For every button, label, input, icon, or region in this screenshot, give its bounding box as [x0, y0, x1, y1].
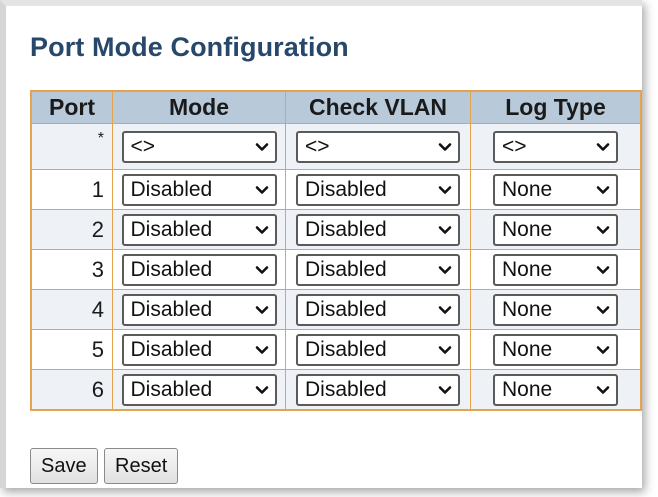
port-cell: 2: [30, 209, 113, 250]
log-type-select-value: None: [502, 177, 553, 201]
chevron-down-icon: [596, 345, 610, 354]
log-type-select[interactable]: <>: [493, 130, 618, 163]
chevron-down-icon: [255, 185, 268, 194]
mode-select-value: Disabled: [130, 337, 213, 361]
check-vlan-select-value: <>: [305, 134, 330, 158]
reset-button[interactable]: Reset: [104, 448, 179, 484]
mode-select[interactable]: Disabled: [121, 333, 277, 366]
chevron-down-icon: [596, 185, 610, 194]
log-type-select[interactable]: None: [493, 333, 618, 366]
mode-select[interactable]: Disabled: [121, 373, 277, 406]
chevron-down-icon: [438, 345, 452, 354]
chevron-down-icon: [255, 385, 268, 394]
log-type-select-value: None: [502, 257, 553, 281]
mode-select-value: Disabled: [130, 177, 213, 201]
button-bar: Save Reset: [30, 448, 180, 484]
log-type-select-value: None: [502, 297, 553, 321]
config-panel: Port Mode Configuration Port Mode Check …: [0, 0, 642, 488]
check-vlan-select[interactable]: <>: [296, 130, 460, 163]
chevron-down-icon: [438, 225, 452, 234]
chevron-down-icon: [255, 225, 268, 234]
check-vlan-select-value: Disabled: [305, 377, 387, 401]
mode-select-value: Disabled: [130, 257, 213, 281]
port-cell: 5: [30, 329, 113, 370]
check-vlan-select[interactable]: Disabled: [296, 213, 460, 246]
header-mode: Mode: [112, 90, 286, 124]
chevron-down-icon: [596, 385, 610, 394]
check-vlan-select-value: Disabled: [305, 217, 387, 241]
port-cell: 1: [30, 169, 113, 210]
chevron-down-icon: [255, 305, 268, 314]
chevron-down-icon: [438, 385, 452, 394]
chevron-down-icon: [596, 142, 610, 151]
log-type-select[interactable]: None: [493, 373, 618, 406]
check-vlan-select[interactable]: Disabled: [296, 333, 460, 366]
table-header-row: Port Mode Check VLAN Log Type: [30, 90, 642, 124]
check-vlan-select[interactable]: Disabled: [296, 373, 460, 406]
mode-select-value: Disabled: [130, 217, 213, 241]
chevron-down-icon: [255, 142, 268, 151]
table-row: * <> <> <>: [30, 123, 642, 170]
page-title: Port Mode Configuration: [30, 32, 349, 62]
mode-select-value: Disabled: [130, 297, 213, 321]
log-type-select-value: None: [502, 377, 553, 401]
table-row: 2 Disabled Disabled None: [30, 209, 642, 250]
save-button[interactable]: Save: [30, 448, 98, 484]
mode-select[interactable]: Disabled: [121, 173, 277, 206]
port-cell: *: [30, 123, 113, 170]
log-type-select-value: None: [502, 337, 553, 361]
chevron-down-icon: [596, 305, 610, 314]
chevron-down-icon: [438, 142, 452, 151]
check-vlan-select[interactable]: Disabled: [296, 253, 460, 286]
chevron-down-icon: [596, 225, 610, 234]
check-vlan-select-value: Disabled: [305, 257, 387, 281]
chevron-down-icon: [438, 185, 452, 194]
header-log-type: Log Type: [470, 90, 642, 124]
check-vlan-select-value: Disabled: [305, 337, 387, 361]
log-type-select[interactable]: None: [493, 293, 618, 326]
log-type-select[interactable]: None: [493, 213, 618, 246]
check-vlan-select-value: Disabled: [305, 297, 387, 321]
header-port: Port: [30, 90, 113, 124]
check-vlan-select-value: Disabled: [305, 177, 387, 201]
mode-select[interactable]: Disabled: [121, 213, 277, 246]
mode-select-value: <>: [130, 134, 156, 158]
chevron-down-icon: [596, 265, 610, 274]
table-row: 5 Disabled Disabled None: [30, 329, 642, 370]
chevron-down-icon: [438, 305, 452, 314]
chevron-down-icon: [438, 265, 452, 274]
log-type-select-value: <>: [502, 134, 527, 158]
table-row: 1 Disabled Disabled None: [30, 169, 642, 210]
mode-select[interactable]: Disabled: [121, 253, 277, 286]
check-vlan-select[interactable]: Disabled: [296, 173, 460, 206]
port-cell: 4: [30, 289, 113, 330]
chevron-down-icon: [255, 345, 268, 354]
header-check-vlan: Check VLAN: [285, 90, 471, 124]
log-type-select-value: None: [502, 217, 553, 241]
mode-select[interactable]: Disabled: [121, 293, 277, 326]
port-mode-table: Port Mode Check VLAN Log Type * <> <> <>…: [30, 90, 642, 411]
chevron-down-icon: [255, 265, 268, 274]
table-row: 4 Disabled Disabled None: [30, 289, 642, 330]
log-type-select[interactable]: None: [493, 253, 618, 286]
table-row: 3 Disabled Disabled None: [30, 249, 642, 290]
mode-select-value: Disabled: [130, 377, 213, 401]
port-cell: 6: [30, 369, 113, 411]
port-cell: 3: [30, 249, 113, 290]
check-vlan-select[interactable]: Disabled: [296, 293, 460, 326]
table-row: 6 Disabled Disabled None: [30, 369, 642, 411]
mode-select[interactable]: <>: [121, 130, 277, 163]
log-type-select[interactable]: None: [493, 173, 618, 206]
